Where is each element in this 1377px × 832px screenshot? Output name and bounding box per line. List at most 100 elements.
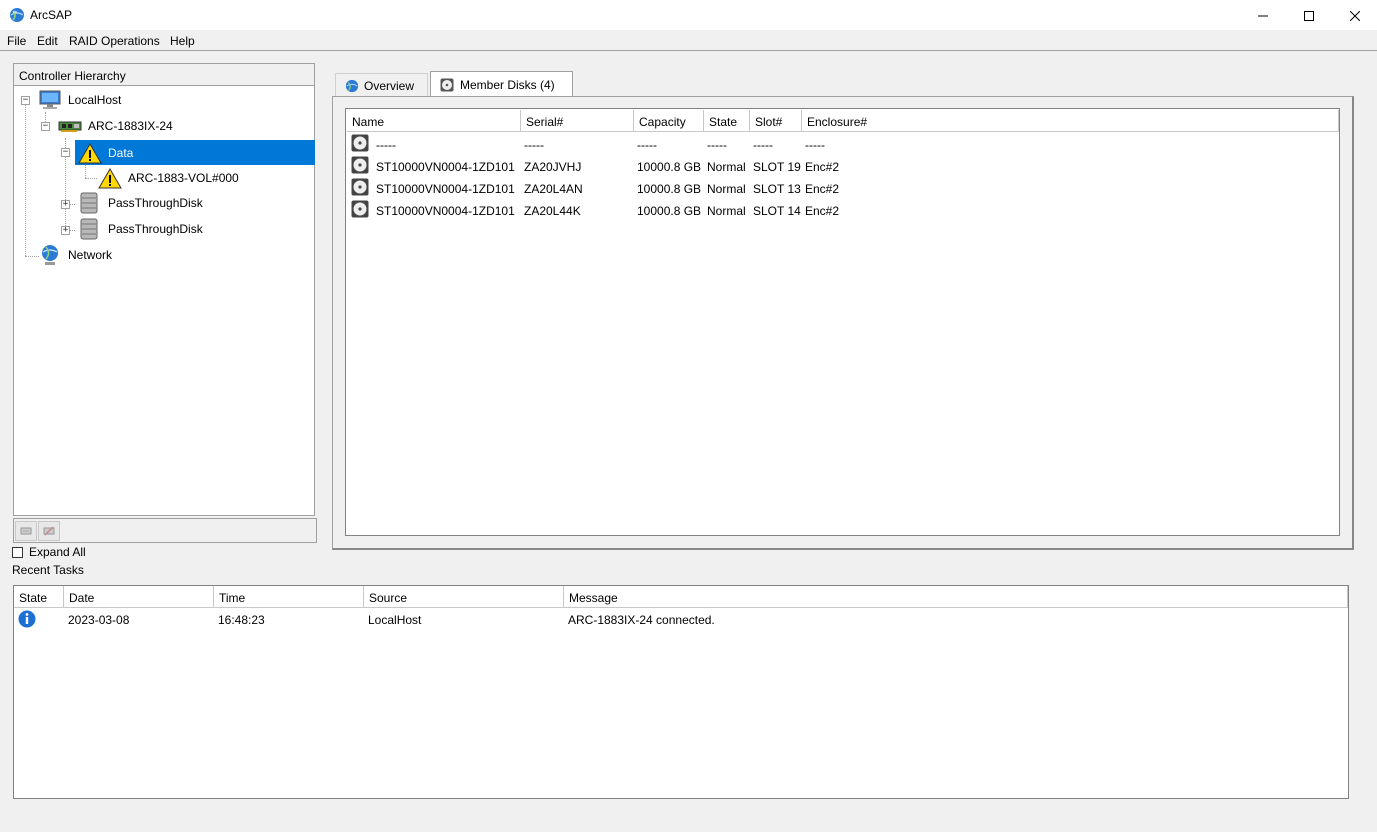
disconnect-button[interactable]: [38, 521, 60, 541]
expand-passthrough2-toggle[interactable]: +: [61, 226, 70, 235]
cell-enclosure: Enc#2: [805, 182, 840, 196]
controller-tree[interactable]: − LocalHost − ARC-1883IX-24 − Data ARC-1…: [13, 86, 315, 516]
cell-date: 2023-03-08: [68, 613, 130, 627]
tree-node-localhost[interactable]: LocalHost: [38, 89, 121, 111]
maximize-icon: [1304, 10, 1314, 21]
column-header-slot[interactable]: Slot#: [750, 110, 802, 132]
tree-toolbar: [13, 518, 317, 543]
tree-label-network: Network: [68, 248, 113, 262]
tree-label-localhost: LocalHost: [68, 93, 122, 107]
computer-icon: [39, 90, 61, 109]
tree-label-passthrough-2: PassThroughDisk: [108, 222, 203, 236]
tab-overview-label: Overview: [364, 78, 415, 93]
menu-edit[interactable]: Edit: [37, 34, 58, 48]
warning-icon: [98, 168, 122, 189]
warning-icon: [78, 142, 102, 163]
cell-slot: SLOT 14: [753, 204, 801, 218]
hard-disk-icon: [440, 78, 454, 91]
cell-capacity: 10000.8 GB: [637, 204, 702, 218]
cell-capacity: 10000.8 GB: [637, 160, 702, 174]
cell-name: ST10000VN0004-1ZD101: [376, 160, 515, 174]
cell-serial: ZA20L4AN: [524, 182, 583, 196]
close-icon: [1350, 10, 1360, 21]
cell-capacity: 10000.8 GB: [637, 182, 702, 196]
cell-serial: ZA20L44K: [524, 204, 581, 218]
column-header-state[interactable]: State: [14, 586, 64, 608]
column-header-source[interactable]: Source: [364, 586, 564, 608]
tree-node-volume[interactable]: ARC-1883-VOL#000: [98, 167, 239, 189]
cell-name: ST10000VN0004-1ZD101: [376, 204, 515, 218]
tree-node-raidset-data[interactable]: Data: [75, 140, 315, 165]
tree-label-raidset: Data: [108, 145, 134, 160]
tree-header: Controller Hierarchy: [13, 63, 315, 86]
tree-node-passthrough-2[interactable]: PassThroughDisk: [80, 218, 203, 240]
title-bar: ArcSAP: [0, 0, 1377, 31]
cell-state: Normal: [707, 182, 746, 196]
disk-stack-icon: [80, 192, 98, 214]
tree-node-controller[interactable]: ARC-1883IX-24: [58, 115, 173, 137]
cell-slot: -----: [753, 138, 773, 152]
cell-time: 16:48:23: [218, 613, 265, 627]
menu-file[interactable]: File: [7, 34, 26, 48]
expand-passthrough1-toggle[interactable]: +: [61, 200, 70, 209]
tree-label-controller: ARC-1883IX-24: [88, 119, 173, 133]
cell-slot: SLOT 19: [753, 160, 801, 174]
globe-icon: [345, 79, 359, 92]
cell-enclosure: Enc#2: [805, 204, 840, 218]
maximize-button[interactable]: [1286, 0, 1332, 31]
cell-slot: SLOT 13: [753, 182, 801, 196]
member-disks-table[interactable]: Name Serial# Capacity State Slot# Enclos…: [345, 108, 1340, 536]
tree-node-passthrough-1[interactable]: PassThroughDisk: [80, 192, 203, 214]
cell-enclosure: -----: [805, 138, 825, 152]
cell-name: ST10000VN0004-1ZD101: [376, 182, 515, 196]
cell-state: Normal: [707, 160, 746, 174]
cell-name: -----: [376, 138, 396, 152]
tree-label-passthrough-1: PassThroughDisk: [108, 196, 203, 210]
column-header-message[interactable]: Message: [564, 586, 1348, 608]
collapse-controller-toggle[interactable]: −: [41, 122, 50, 131]
globe-app-icon: [10, 8, 24, 22]
recent-tasks-label: Recent Tasks: [12, 563, 84, 577]
cell-enclosure: Enc#2: [805, 160, 840, 174]
network-globe-icon: [42, 245, 58, 265]
checkbox-box[interactable]: [12, 546, 23, 558]
column-header-enclosure[interactable]: Enclosure#: [802, 110, 1339, 132]
cell-message: ARC-1883IX-24 connected.: [568, 613, 715, 627]
collapse-localhost-toggle[interactable]: −: [21, 96, 30, 105]
menu-bar: File Edit RAID Operations Help: [0, 31, 1377, 51]
minimize-icon: [1258, 15, 1268, 16]
column-header-name[interactable]: Name: [347, 110, 521, 132]
hard-disk-icon: [351, 156, 369, 174]
recent-tasks-table[interactable]: State Date Time Source Message 2023-03-0…: [13, 585, 1349, 799]
menu-raid-operations[interactable]: RAID Operations: [69, 34, 160, 48]
cell-capacity: -----: [637, 138, 657, 152]
tree-label-volume: ARC-1883-VOL#000: [128, 171, 239, 185]
hard-disk-icon: [351, 134, 369, 152]
minimize-button[interactable]: [1240, 0, 1286, 31]
window-title: ArcSAP: [30, 8, 73, 22]
column-header-time[interactable]: Time: [214, 586, 364, 608]
menu-help[interactable]: Help: [170, 34, 195, 48]
cell-serial: -----: [524, 138, 544, 152]
column-header-state[interactable]: State: [704, 110, 750, 132]
disconnect-icon: [43, 526, 55, 536]
raid-card-icon: [58, 121, 82, 132]
column-header-date[interactable]: Date: [64, 586, 214, 608]
hard-disk-icon: [351, 178, 369, 196]
tab-member-disks[interactable]: Member Disks (4): [430, 71, 573, 97]
cell-state: Normal: [707, 204, 746, 218]
cell-state: -----: [707, 138, 727, 152]
tab-member-disks-label: Member Disks (4): [460, 77, 555, 92]
close-button[interactable]: [1332, 0, 1377, 31]
hard-disk-icon: [351, 200, 369, 218]
expand-all-label: Expand All: [29, 545, 86, 559]
column-header-capacity[interactable]: Capacity: [634, 110, 704, 132]
connect-button[interactable]: [15, 521, 37, 541]
collapse-raidset-toggle[interactable]: −: [61, 148, 70, 157]
tree-node-network[interactable]: Network: [38, 244, 112, 266]
expand-all-checkbox[interactable]: Expand All: [12, 545, 86, 559]
cell-serial: ZA20JVHJ: [524, 160, 582, 174]
tab-overview[interactable]: Overview: [335, 73, 428, 97]
connect-icon: [20, 527, 32, 535]
column-header-serial[interactable]: Serial#: [521, 110, 634, 132]
